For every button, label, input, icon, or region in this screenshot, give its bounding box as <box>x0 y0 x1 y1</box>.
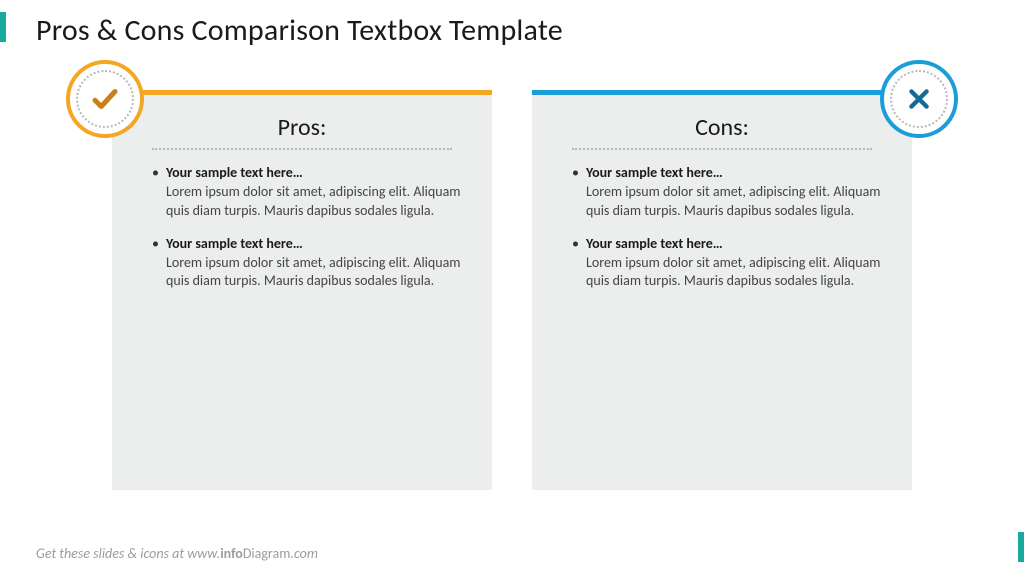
list-item: Your sample text here… Lorem ipsum dolor… <box>152 235 462 292</box>
footer-brand-a: info <box>220 545 243 562</box>
list-item: Your sample text here… Lorem ipsum dolor… <box>572 235 882 292</box>
pros-heading: Pros: <box>142 113 462 142</box>
pros-badge <box>66 60 144 138</box>
cons-badge-inner <box>890 70 948 128</box>
pros-badge-inner <box>76 70 134 128</box>
pros-separator <box>152 148 452 150</box>
bullet-body: Lorem ipsum dolor sit amet, adipiscing e… <box>166 254 462 292</box>
page-title: Pros & Cons Comparison Textbox Template <box>36 12 563 49</box>
cons-heading: Cons: <box>562 113 882 142</box>
panels-row: Pros: Your sample text here… Lorem ipsum… <box>0 90 1024 490</box>
footer-prefix: Get these slides & icons at www. <box>36 545 220 562</box>
footer-brand-b: Diagram <box>243 545 291 562</box>
cons-badge <box>880 60 958 138</box>
list-item: Your sample text here… Lorem ipsum dolor… <box>572 164 882 221</box>
cons-panel: Cons: Your sample text here… Lorem ipsum… <box>532 90 912 490</box>
footer-attribution: Get these slides & icons at www.infoDiag… <box>36 545 318 562</box>
accent-right <box>1018 532 1024 562</box>
cons-body: Cons: Your sample text here… Lorem ipsum… <box>532 95 912 490</box>
check-icon <box>90 84 120 114</box>
list-item: Your sample text here… Lorem ipsum dolor… <box>152 164 462 221</box>
bullet-body: Lorem ipsum dolor sit amet, adipiscing e… <box>586 254 882 292</box>
accent-left <box>0 12 6 42</box>
bullet-title: Your sample text here… <box>586 235 882 254</box>
cons-separator <box>572 148 872 150</box>
x-icon <box>906 86 932 112</box>
bullet-title: Your sample text here… <box>586 164 882 183</box>
footer-suffix: .com <box>290 545 318 562</box>
cons-list: Your sample text here… Lorem ipsum dolor… <box>562 164 882 291</box>
pros-panel: Pros: Your sample text here… Lorem ipsum… <box>112 90 492 490</box>
bullet-title: Your sample text here… <box>166 164 462 183</box>
bullet-title: Your sample text here… <box>166 235 462 254</box>
bullet-body: Lorem ipsum dolor sit amet, adipiscing e… <box>166 183 462 221</box>
pros-body: Pros: Your sample text here… Lorem ipsum… <box>112 95 492 490</box>
bullet-body: Lorem ipsum dolor sit amet, adipiscing e… <box>586 183 882 221</box>
pros-list: Your sample text here… Lorem ipsum dolor… <box>142 164 462 291</box>
